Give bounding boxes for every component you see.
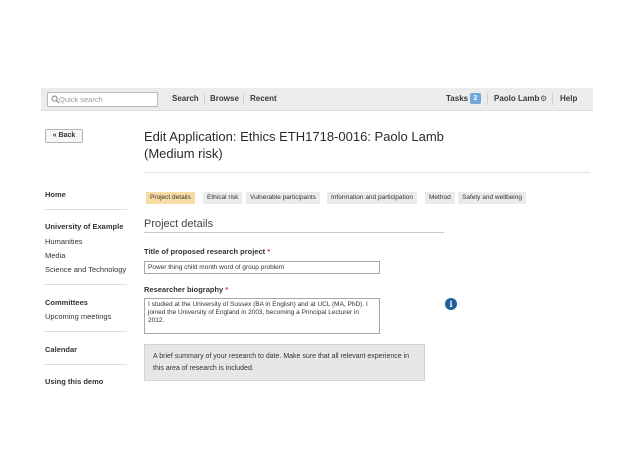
field-help-box: A brief summary of your research to date… [144, 344, 425, 381]
sidebar-committees-link[interactable]: Committees [45, 298, 88, 307]
section-title: Project details [144, 218, 214, 230]
tab-safety-and-wellbeing[interactable]: Safety and wellbeing [458, 192, 526, 204]
nav-recent-link[interactable]: Recent [250, 94, 277, 103]
tab-method[interactable]: Method [425, 192, 455, 204]
help-link[interactable]: Help [560, 94, 577, 103]
nav-separator [204, 93, 205, 105]
sidebar-divider [45, 209, 127, 210]
sidebar-item-humanities[interactable]: Humanities [45, 237, 83, 246]
title-field-label-text: Title of proposed research project [144, 247, 266, 256]
nav-browse-link[interactable]: Browse [210, 94, 239, 103]
tasks-link[interactable]: Tasks [446, 94, 468, 103]
back-button[interactable]: « Back [45, 129, 83, 143]
sidebar-home-link[interactable]: Home [45, 190, 66, 199]
nav-separator [243, 93, 244, 105]
required-marker: * [267, 247, 271, 256]
nav-search-link[interactable]: Search [172, 94, 199, 103]
title-field-label: Title of proposed research project * [144, 247, 270, 256]
tab-vulnerable-participants[interactable]: Vulnerable participants [246, 192, 320, 204]
sidebar-university-link[interactable]: University of Example [45, 222, 123, 231]
sidebar-item-media[interactable]: Media [45, 251, 65, 260]
sidebar-item-science[interactable]: Science and Technology [45, 265, 126, 274]
bio-field-label-text: Researcher biography [144, 285, 224, 294]
nav-separator [552, 93, 553, 105]
user-menu-link[interactable]: Paolo Lamb [494, 94, 539, 103]
quick-search-box[interactable] [47, 92, 158, 107]
section-divider [144, 232, 444, 233]
back-button-label: Back [58, 132, 76, 139]
required-marker: * [225, 285, 229, 294]
sidebar-divider [45, 364, 127, 365]
tab-information-and-participation[interactable]: Information and participation [327, 192, 418, 204]
quick-search-input[interactable] [59, 93, 155, 106]
sidebar-demo-link[interactable]: Using this demo [45, 377, 103, 386]
tasks-count-badge[interactable]: 2 [470, 93, 481, 104]
tab-ethical-risk[interactable]: Ethical risk [203, 192, 243, 204]
top-navigation-bar: Search Browse Recent Tasks 2 Paolo Lamb … [41, 88, 593, 111]
sidebar-item-upcoming-meetings[interactable]: Upcoming meetings [45, 312, 111, 321]
sidebar-calendar-link[interactable]: Calendar [45, 345, 77, 354]
sidebar-divider [45, 331, 127, 332]
tab-project-details[interactable]: Project details [146, 192, 195, 204]
page-title: Edit Application: Ethics ETH1718-0016: P… [144, 129, 444, 161]
info-icon[interactable]: i [445, 298, 457, 310]
bio-field-label: Researcher biography * [144, 285, 228, 294]
sidebar-divider [45, 284, 127, 285]
project-title-input[interactable]: Power thing child month word of group pr… [144, 261, 380, 274]
nav-separator [487, 93, 488, 105]
researcher-biography-textarea[interactable]: I studied at the University of Sussex (B… [144, 298, 380, 334]
title-divider [144, 172, 590, 173]
gear-icon[interactable]: ⚙ [540, 95, 547, 103]
